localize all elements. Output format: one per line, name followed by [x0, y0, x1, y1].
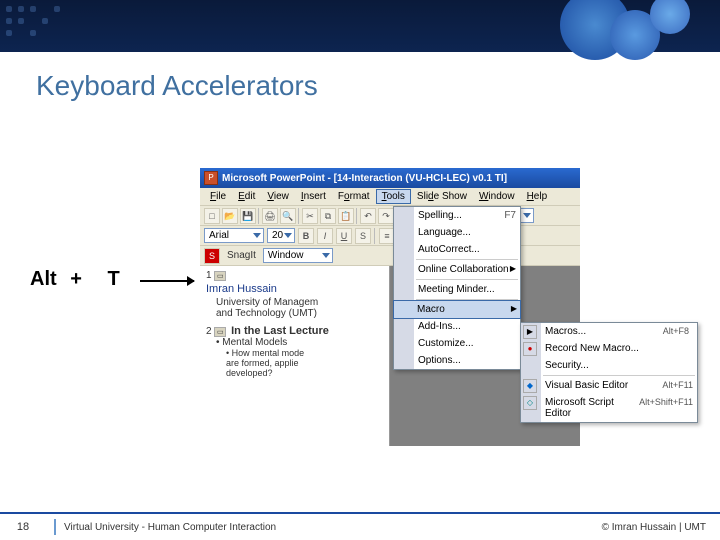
page-number: 18: [0, 521, 46, 533]
slide-title: Keyboard Accelerators: [0, 52, 720, 102]
menu-item-autocorrect[interactable]: AutoCorrect...: [394, 241, 520, 258]
slide-2-row[interactable]: 2 ▭ In the Last Lecture: [206, 325, 383, 337]
snagit-icon[interactable]: S: [204, 248, 220, 264]
menu-help[interactable]: Help: [521, 189, 554, 204]
menu-item-meeting[interactable]: Meeting Minder...: [394, 281, 520, 298]
record-icon: ●: [523, 342, 537, 356]
slide-footer: 18 Virtual University - Human Computer I…: [0, 512, 720, 540]
menu-item-options[interactable]: Options...: [394, 352, 520, 369]
menu-item-customize[interactable]: Customize...: [394, 335, 520, 352]
menu-insert[interactable]: Insert: [295, 189, 332, 204]
print-icon[interactable]: 🖨: [262, 208, 278, 224]
window-titlebar[interactable]: P Microsoft PowerPoint - [14-Interaction…: [200, 168, 580, 188]
slide-2-sub-a: • How mental mode: [226, 348, 383, 358]
script-editor-icon: ◇: [523, 396, 537, 410]
slide-2-sub-b: are formed, applie: [226, 358, 383, 368]
footer-copyright: © Imran Hussain | UMT: [602, 522, 720, 533]
menu-window[interactable]: Window: [473, 189, 521, 204]
macro-submenu[interactable]: ▶Macros...Alt+F8 ●Record New Macro... Se…: [520, 322, 698, 423]
submenu-item-vbe[interactable]: ◆Visual Basic EditorAlt+F11: [521, 377, 697, 394]
app-icon: P: [204, 171, 218, 185]
footer-divider: [54, 519, 56, 535]
separator: [298, 208, 300, 224]
size-combo[interactable]: 20: [267, 228, 295, 243]
slide-num: 2: [206, 326, 212, 337]
slide-thumb-icon: ▭: [214, 271, 226, 281]
slide-thumb-icon: ▭: [214, 327, 226, 337]
footer-center-text: Virtual University - Human Computer Inte…: [64, 522, 602, 533]
standard-toolbar[interactable]: □ 📂 💾 🖨 🔍 ✂ ⧉ 📋 ↶ ↷ 🔗 ▦ 📊 A A 67%: [200, 206, 580, 226]
submenu-item-record[interactable]: ●Record New Macro...: [521, 340, 697, 357]
submenu-item-script-editor[interactable]: ◇Microsoft Script EditorAlt+Shift+F11: [521, 394, 697, 422]
menu-edit[interactable]: Edit: [232, 189, 261, 204]
key-annotation: Alt + T: [30, 268, 120, 291]
chevron-right-icon: ▶: [510, 264, 516, 273]
separator: [374, 228, 376, 244]
window-title: Microsoft PowerPoint - [14-Interaction (…: [222, 173, 507, 184]
slide-2-sub-c: developed?: [226, 368, 383, 378]
shadow-button[interactable]: S: [355, 228, 371, 244]
submenu-item-macros[interactable]: ▶Macros...Alt+F8: [521, 323, 697, 340]
menu-separator: [543, 375, 695, 376]
menu-format[interactable]: Format: [332, 189, 376, 204]
slide-1-row[interactable]: 1 ▭: [206, 270, 383, 281]
menu-item-macro[interactable]: Macro▶: [393, 300, 521, 319]
vbe-icon: ◆: [523, 379, 537, 393]
submenu-item-security[interactable]: Security...: [521, 357, 697, 374]
underline-button[interactable]: U: [336, 228, 352, 244]
open-icon[interactable]: 📂: [222, 208, 238, 224]
snagit-label: SnagIt: [223, 250, 260, 261]
slide-header-bar: [0, 0, 720, 52]
menu-item-language[interactable]: Language...: [394, 224, 520, 241]
snagit-combo[interactable]: Window: [263, 248, 333, 263]
menubar[interactable]: File Edit View Insert Format Tools Slide…: [200, 188, 580, 206]
italic-button[interactable]: I: [317, 228, 333, 244]
undo-icon[interactable]: ↶: [360, 208, 376, 224]
slide-1-line1: University of Managem: [216, 297, 383, 308]
copy-icon[interactable]: ⧉: [320, 208, 336, 224]
slide-1-title: Imran Hussain: [206, 283, 383, 295]
menu-slideshow[interactable]: Slide Show: [411, 189, 473, 204]
chevron-right-icon: ▶: [511, 304, 517, 313]
menu-tools[interactable]: Tools: [376, 189, 411, 204]
save-icon[interactable]: 💾: [240, 208, 256, 224]
snagit-toolbar[interactable]: S SnagIt Window: [200, 246, 580, 266]
bold-button[interactable]: B: [298, 228, 314, 244]
slide-1-line2: and Technology (UMT): [216, 308, 383, 319]
menu-item-collab[interactable]: Online Collaboration▶: [394, 261, 520, 278]
separator: [258, 208, 260, 224]
key-alt: Alt: [30, 268, 57, 290]
font-combo[interactable]: Arial: [204, 228, 264, 243]
slide-2-bullet: • Mental Models: [216, 337, 383, 348]
arrow-icon: [140, 280, 194, 282]
menu-item-addins[interactable]: Add-Ins...: [394, 318, 520, 335]
menu-file[interactable]: File: [204, 189, 232, 204]
formatting-toolbar[interactable]: Arial 20 B I U S ≡ ≣ A Common: [200, 226, 580, 246]
slide-num: 1: [206, 270, 212, 281]
menu-separator: [416, 279, 518, 280]
separator: [356, 208, 358, 224]
menu-view[interactable]: View: [261, 189, 295, 204]
paste-icon[interactable]: 📋: [338, 208, 354, 224]
menu-separator: [416, 259, 518, 260]
cut-icon[interactable]: ✂: [302, 208, 318, 224]
header-dot-pattern: [0, 0, 120, 52]
slide-2-title: In the Last Lecture: [231, 325, 329, 337]
new-icon[interactable]: □: [204, 208, 220, 224]
key-t: T: [107, 268, 119, 290]
tools-dropdown-menu[interactable]: Spelling...F7 Language... AutoCorrect...…: [393, 206, 521, 370]
outline-pane[interactable]: 1 ▭ Imran Hussain University of Managem …: [200, 266, 390, 446]
redo-icon[interactable]: ↷: [378, 208, 394, 224]
menu-item-spelling[interactable]: Spelling...F7: [394, 207, 520, 224]
preview-icon[interactable]: 🔍: [280, 208, 296, 224]
plus-sign: +: [70, 268, 82, 290]
macros-icon: ▶: [523, 325, 537, 339]
